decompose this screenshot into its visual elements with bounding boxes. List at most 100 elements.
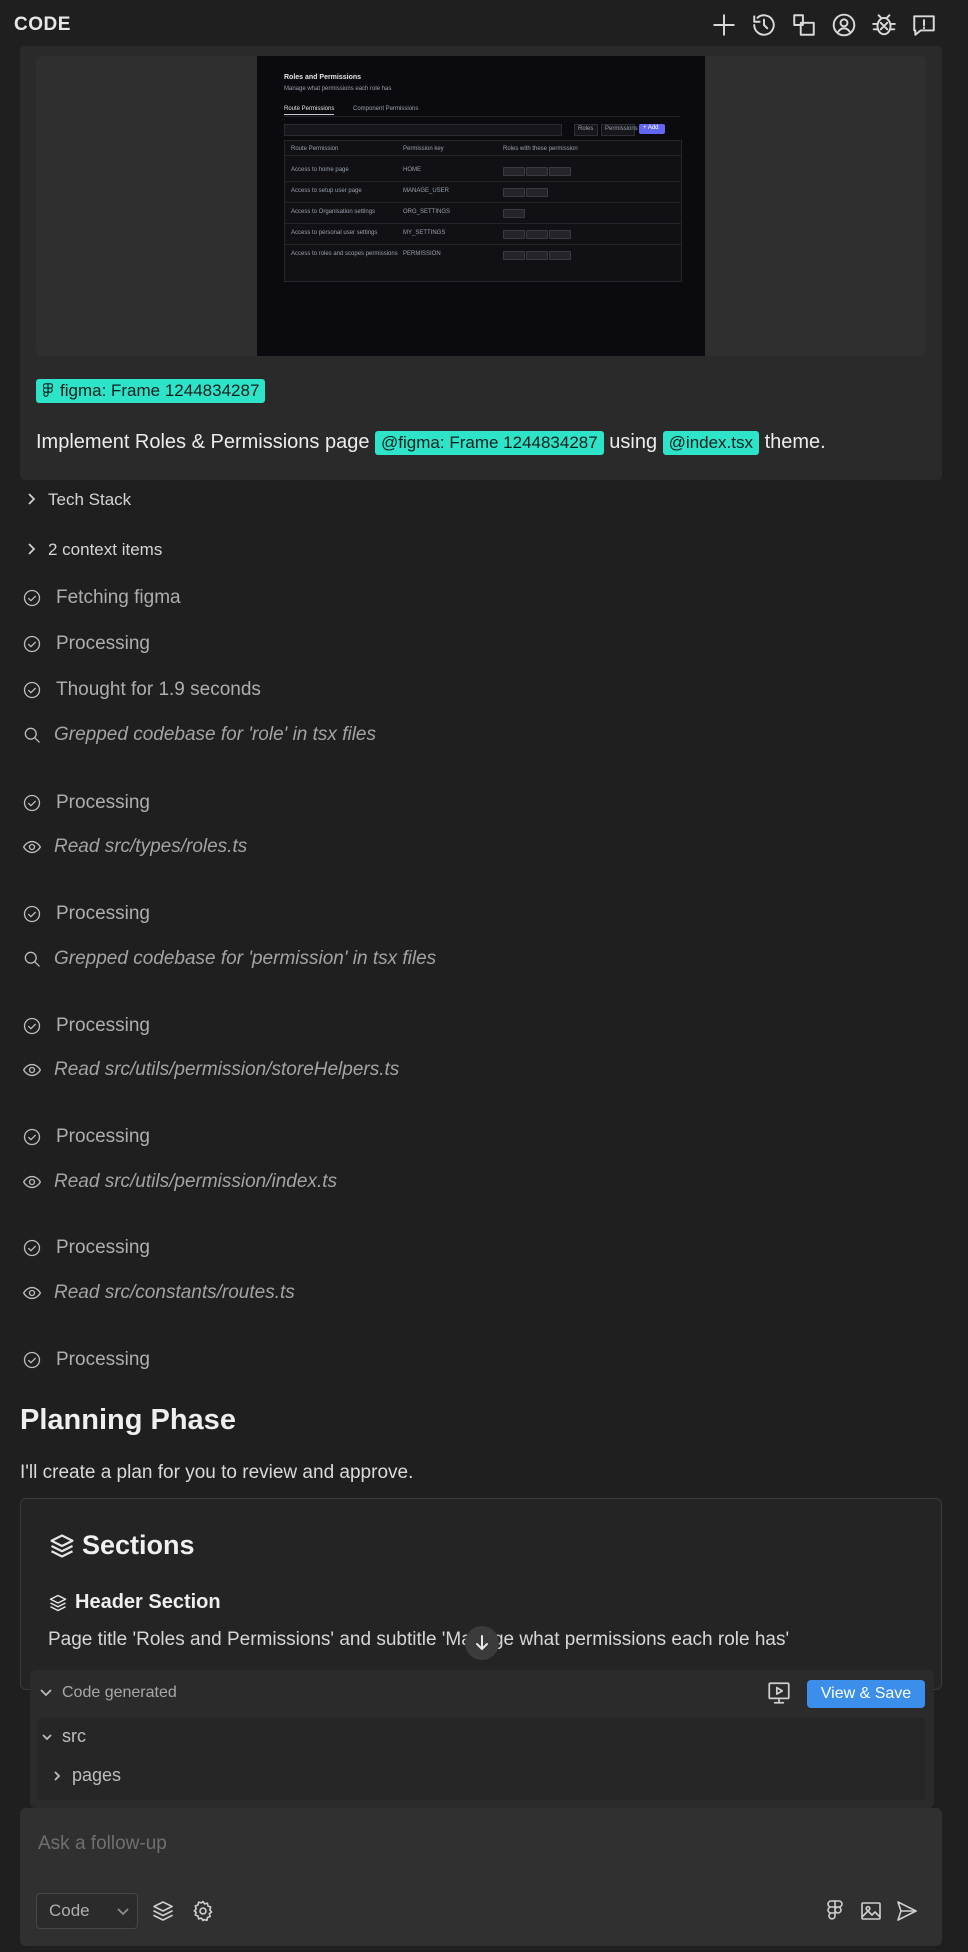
step-label: Processing <box>56 792 150 813</box>
bug-icon[interactable] <box>869 10 899 40</box>
preview-permissions-filter-label: Permissions <box>605 126 638 132</box>
tree-folder-pages[interactable]: pages <box>52 1765 121 1786</box>
preview-row-name: Access to setup user page <box>291 188 362 194</box>
eye-icon <box>23 1286 41 1300</box>
step-item: Processing <box>22 633 150 655</box>
preview-col-2: Permission key <box>403 146 444 152</box>
preview-permissions-filter: Permissions <box>601 124 638 136</box>
tool-step-item[interactable]: Read src/types/roles.ts <box>22 836 247 858</box>
step-item[interactable]: Thought for 1.9 seconds <box>22 679 261 701</box>
context-items-toggle[interactable]: 2 context items <box>26 540 162 560</box>
preview-icon[interactable] <box>766 1680 792 1711</box>
tool-step-item[interactable]: Read src/constants/routes.ts <box>22 1282 295 1304</box>
plus-icon[interactable] <box>709 10 739 40</box>
feedback-icon[interactable] <box>909 10 939 40</box>
preview-search <box>284 124 562 136</box>
eye-icon <box>23 840 41 854</box>
preview-role-chip <box>503 209 525 218</box>
chevron-right-icon <box>26 490 36 510</box>
preview-row-key: HOME <box>403 167 421 173</box>
chevron-right-icon <box>26 540 36 560</box>
preview-tab-component: Component Permissions <box>353 106 419 112</box>
tech-stack-toggle[interactable]: Tech Stack <box>26 490 131 510</box>
preview-row-line <box>285 181 681 182</box>
planning-description: I'll create a plan for you to review and… <box>20 1462 414 1483</box>
tool-step-item[interactable]: Grepped codebase for 'role' in tsx files <box>22 724 376 746</box>
preview-role-chip <box>503 230 525 239</box>
check-circle-icon <box>23 635 41 653</box>
file-mention-chip[interactable]: @index.tsx <box>662 431 760 455</box>
eye-icon <box>23 1175 41 1189</box>
preview-row-key: MY_SETTINGS <box>403 230 446 236</box>
search-icon <box>24 727 40 743</box>
preview-role-chip <box>549 167 571 176</box>
step-label: Read src/utils/permission/storeHelpers.t… <box>54 1059 400 1080</box>
preview-role-chip <box>526 230 548 239</box>
layers-icon[interactable] <box>151 1899 175 1928</box>
figma-frame-chip[interactable]: figma: Frame 1244834287 <box>36 379 266 403</box>
top-bar <box>0 0 968 50</box>
preview-row-name: Access to personal user settings <box>291 230 378 236</box>
figma-icon[interactable] <box>823 1899 847 1928</box>
planning-title: Planning Phase <box>20 1404 236 1436</box>
code-generated-label: Code generated <box>62 1684 177 1701</box>
step-item: Processing <box>22 1126 150 1148</box>
tech-stack-label: Tech Stack <box>48 490 132 509</box>
scroll-to-bottom-button[interactable] <box>465 1626 499 1660</box>
sections-title-label: Sections <box>82 1530 195 1560</box>
send-icon[interactable] <box>895 1899 919 1928</box>
section-name-label: Header Section <box>75 1591 221 1613</box>
tree-folder-src[interactable]: src <box>42 1726 86 1747</box>
tool-step-item[interactable]: Read src/utils/permission/index.ts <box>22 1171 337 1193</box>
figma-mention-chip[interactable]: @figma: Frame 1244834287 <box>375 431 604 455</box>
check-circle-icon <box>23 681 41 699</box>
preview-role-chip <box>526 188 548 197</box>
chevron-down-icon <box>42 1733 52 1740</box>
preview-role-chip <box>503 188 525 197</box>
preview-role-chip <box>503 167 525 176</box>
preview-col-1: Route Permission <box>291 146 339 152</box>
history-icon[interactable] <box>749 10 779 40</box>
preview-subtitle: Manage what permissions each role has <box>284 86 392 92</box>
step-item: Processing <box>22 792 150 814</box>
check-circle-icon <box>23 1239 41 1257</box>
step-item: Processing <box>22 1237 150 1259</box>
step-label: Processing <box>56 1126 150 1147</box>
chevron-down-icon <box>117 1908 129 1916</box>
context-items-label: 2 context items <box>48 540 163 559</box>
preview-role-chip <box>526 167 548 176</box>
step-item: Processing <box>22 1015 150 1037</box>
user-prompt: Implement Roles & Permissions page @figm… <box>36 428 826 456</box>
layout-icon[interactable] <box>789 10 819 40</box>
figma-icon <box>42 383 54 397</box>
file-tree <box>38 1718 926 1800</box>
prompt-prefix: Implement Roles & Permissions page <box>36 431 370 453</box>
preview-row-name: Access to home page <box>291 167 349 173</box>
preview-header-line <box>285 155 681 156</box>
account-icon[interactable] <box>829 10 859 40</box>
check-circle-icon <box>23 905 41 923</box>
preview-roles-filter: Roles <box>574 124 598 136</box>
step-item: Fetching figma <box>22 587 181 609</box>
preview-roles-filter-label: Roles <box>578 126 594 132</box>
tool-step-item[interactable]: Grepped codebase for 'permission' in tsx… <box>22 948 436 970</box>
tool-step-item[interactable]: Read src/utils/permission/storeHelpers.t… <box>22 1059 399 1081</box>
step-label: Processing <box>56 633 150 654</box>
step-label: Read src/types/roles.ts <box>54 836 248 857</box>
preview-row-name: Access to Organisation settings <box>291 209 376 215</box>
check-circle-icon <box>23 1351 41 1369</box>
mode-select[interactable]: Code <box>36 1893 138 1929</box>
preview-row-name: Access to roles and scopes permissions <box>291 251 398 257</box>
mode-select-value: Code <box>49 1901 90 1920</box>
follow-up-input[interactable] <box>36 1828 920 1860</box>
sections-heading: Sections <box>48 1530 195 1561</box>
code-generated-toggle[interactable]: Code generated <box>40 1684 177 1702</box>
gear-icon[interactable] <box>191 1899 215 1928</box>
prompt-suffix: theme. <box>764 431 826 453</box>
figma-chip-label: figma: Frame 1244834287 <box>60 381 260 400</box>
view-save-button[interactable]: View & Save <box>807 1680 925 1708</box>
image-icon[interactable] <box>859 1899 883 1928</box>
section-title: Header Section <box>48 1591 221 1614</box>
chevron-down-icon <box>40 1689 52 1697</box>
preview-row-line <box>285 223 681 224</box>
